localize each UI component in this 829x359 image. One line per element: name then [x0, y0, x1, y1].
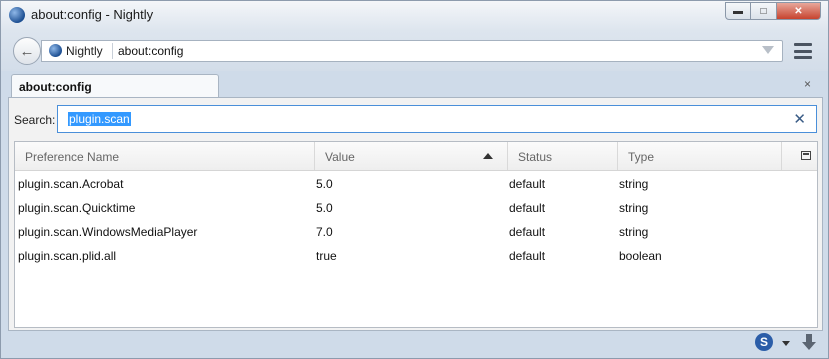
- nightly-globe-icon: [9, 7, 25, 23]
- url-separator: [112, 43, 113, 59]
- browser-window: about:config - Nightly ▬ □ ✕ Nightly abo…: [0, 0, 829, 359]
- search-value[interactable]: plugin.scan: [68, 112, 131, 126]
- cell-value: 7.0: [316, 225, 333, 239]
- cell-value: 5.0: [316, 201, 333, 215]
- table-row[interactable]: plugin.scan.Acrobat 5.0 default string: [15, 172, 817, 196]
- table-header: Preference Name Value Status Type: [15, 142, 817, 171]
- site-identity-icon[interactable]: [49, 44, 62, 57]
- tab-about-config[interactable]: about:config: [11, 74, 219, 99]
- column-picker-icon: [801, 151, 811, 160]
- add-on-bar: S: [1, 331, 828, 358]
- title-bar: about:config - Nightly ▬ □ ✕: [1, 1, 828, 31]
- cell-type: string: [619, 225, 649, 239]
- sort-ascending-icon: [483, 153, 493, 159]
- cell-type: boolean: [619, 249, 662, 263]
- cell-preference-name: plugin.scan.WindowsMediaPlayer: [18, 225, 198, 239]
- search-label: Search:: [14, 113, 56, 127]
- window-controls: ▬ □ ✕: [725, 2, 821, 20]
- back-arrow-icon: ←: [19, 42, 35, 60]
- column-header-value[interactable]: Value: [315, 142, 508, 170]
- s-addon-icon[interactable]: S: [755, 333, 773, 351]
- cell-status: default: [509, 225, 546, 239]
- cell-preference-name: plugin.scan.Quicktime: [18, 201, 136, 215]
- column-header-type[interactable]: Type: [618, 142, 782, 170]
- about-config-page: Search: plugin.scan ✕ Preference Name Va…: [8, 97, 823, 331]
- cell-preference-name: plugin.scan.plid.all: [18, 249, 117, 263]
- back-button[interactable]: ←: [13, 37, 41, 65]
- cell-type: string: [619, 177, 649, 191]
- cell-value: true: [316, 249, 337, 263]
- cell-status: default: [509, 177, 546, 191]
- preferences-table[interactable]: Preference Name Value Status Type plugin…: [14, 141, 818, 328]
- cell-status: default: [509, 249, 546, 263]
- cell-status: default: [509, 201, 546, 215]
- search-input[interactable]: plugin.scan ✕: [57, 105, 817, 133]
- maximize-button[interactable]: □: [751, 2, 777, 20]
- table-row[interactable]: plugin.scan.Quicktime 5.0 default string: [15, 196, 817, 220]
- download-arrow-icon[interactable]: [802, 334, 816, 350]
- hamburger-menu-icon[interactable]: [794, 43, 812, 59]
- cell-preference-name: plugin.scan.Acrobat: [18, 177, 124, 191]
- tab-label: about:config: [19, 80, 92, 94]
- column-header-status[interactable]: Status: [508, 142, 618, 170]
- table-row[interactable]: plugin.scan.plid.all true default boolea…: [15, 244, 817, 268]
- navigation-toolbar: Nightly about:config ←: [1, 31, 828, 71]
- url-bar[interactable]: Nightly about:config: [41, 40, 783, 62]
- column-picker-button[interactable]: [782, 142, 817, 170]
- minimize-button[interactable]: ▬: [725, 2, 751, 20]
- table-row[interactable]: plugin.scan.WindowsMediaPlayer 7.0 defau…: [15, 220, 817, 244]
- url-input[interactable]: about:config: [118, 44, 183, 58]
- close-tab-icon[interactable]: ×: [804, 77, 811, 91]
- addon-dropdown-icon[interactable]: [782, 341, 790, 346]
- cell-type: string: [619, 201, 649, 215]
- site-identity-label[interactable]: Nightly: [66, 44, 103, 58]
- clear-search-icon[interactable]: ✕: [793, 110, 806, 128]
- url-history-dropdown-icon[interactable]: [762, 46, 774, 54]
- tab-strip: about:config ×: [1, 71, 828, 99]
- cell-value: 5.0: [316, 177, 333, 191]
- column-header-preference-name[interactable]: Preference Name: [15, 142, 315, 170]
- window-title: about:config - Nightly: [31, 7, 154, 22]
- close-window-button[interactable]: ✕: [777, 2, 821, 20]
